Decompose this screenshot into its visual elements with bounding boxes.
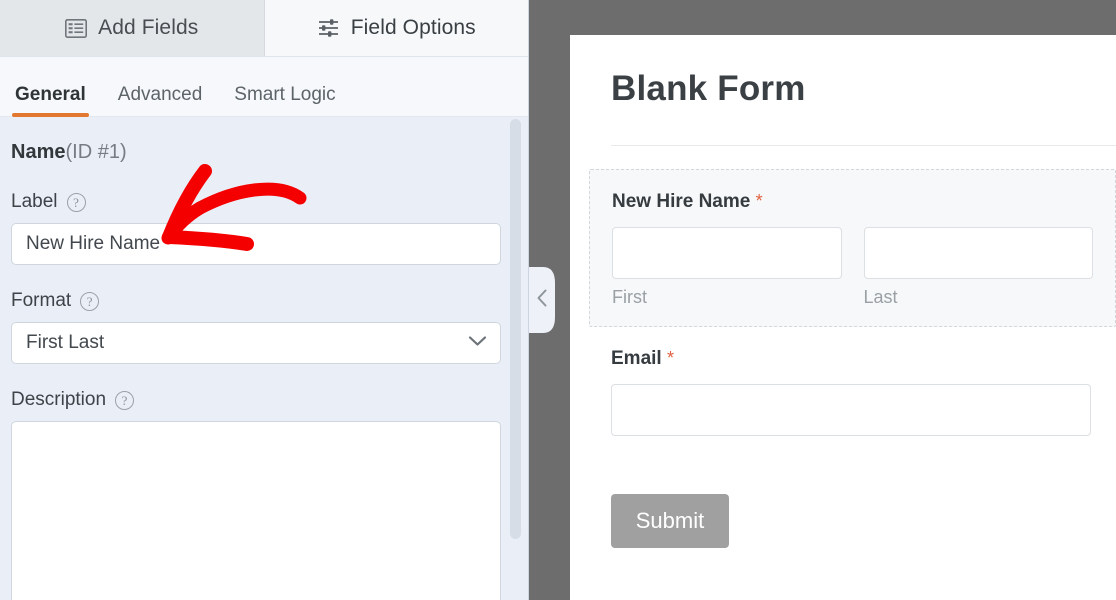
- preview-field-email-label-text: Email: [611, 348, 662, 369]
- description-option-caption: Description ?: [11, 389, 499, 411]
- tab-field-options-label: Field Options: [350, 16, 476, 39]
- question-mark-icon[interactable]: ?: [115, 390, 135, 410]
- subtab-advanced-label: Advanced: [117, 84, 203, 105]
- label-option-caption: Label ?: [11, 191, 499, 213]
- field-options-body: Name(ID #1) Label ? New Hire Name Format…: [0, 117, 528, 600]
- format-select[interactable]: First Last: [11, 322, 501, 364]
- form-builder-screen: Add Fields Field Options General Advance…: [0, 0, 1116, 600]
- sliders-icon: [317, 18, 340, 38]
- preview-email-input[interactable]: [611, 384, 1091, 436]
- preview-field-email[interactable]: Email *: [589, 327, 1116, 454]
- subtab-smart-logic[interactable]: Smart Logic: [231, 84, 338, 116]
- field-options-subtabs: General Advanced Smart Logic: [0, 57, 528, 117]
- submit-button[interactable]: Submit: [611, 494, 729, 548]
- required-asterisk: *: [666, 348, 674, 368]
- preview-last-name-sublabel: Last: [863, 287, 898, 307]
- field-type-name: Name: [11, 141, 66, 163]
- preview-first-name-col: First: [612, 227, 842, 308]
- preview-last-name-input[interactable]: [863, 227, 1093, 279]
- panel-collapse-handle[interactable]: [529, 267, 555, 333]
- preview-last-name-col: Last: [863, 227, 1093, 308]
- submit-button-label: Submit: [635, 508, 705, 533]
- label-caption-text: Label: [11, 191, 58, 212]
- chevron-left-icon: [536, 288, 549, 313]
- panel-scrollbar-thumb[interactable]: [510, 119, 521, 539]
- preview-field-name-label: New Hire Name *: [612, 191, 1093, 213]
- tab-add-fields[interactable]: Add Fields: [0, 0, 265, 56]
- description-caption-text: Description: [11, 389, 107, 410]
- form-title: Blank Form: [611, 69, 806, 108]
- field-heading: Name(ID #1): [11, 141, 499, 164]
- format-caption-text: Format: [11, 290, 72, 311]
- question-mark-icon[interactable]: ?: [80, 291, 100, 311]
- format-option-caption: Format ?: [11, 290, 499, 312]
- subtab-general[interactable]: General: [12, 84, 89, 117]
- form-title-divider: [611, 145, 1116, 146]
- subtab-general-label: General: [15, 84, 86, 105]
- label-text-input[interactable]: New Hire Name: [11, 223, 501, 265]
- field-options-panel: Add Fields Field Options General Advance…: [0, 0, 529, 600]
- preview-first-name-input[interactable]: [612, 227, 842, 279]
- format-select-wrap: First Last: [11, 322, 501, 364]
- tab-add-fields-label: Add Fields: [98, 16, 199, 39]
- label-text-input-value: New Hire Name: [26, 233, 161, 254]
- form-list-icon: [65, 18, 88, 38]
- question-mark-icon[interactable]: ?: [66, 192, 86, 212]
- preview-first-name-sublabel: First: [612, 287, 647, 307]
- format-select-value: First Last: [26, 332, 105, 353]
- required-asterisk: *: [755, 191, 763, 211]
- form-preview-card: Blank Form New Hire Name * First Last Em…: [570, 35, 1116, 600]
- field-id: (ID #1): [65, 141, 127, 163]
- subtab-smart-logic-label: Smart Logic: [234, 84, 336, 105]
- subtab-advanced[interactable]: Advanced: [115, 84, 206, 116]
- description-textarea[interactable]: [11, 421, 501, 600]
- preview-field-email-label: Email *: [611, 348, 1094, 370]
- builder-top-tabs: Add Fields Field Options: [0, 0, 528, 57]
- preview-field-name[interactable]: New Hire Name * First Last: [589, 169, 1116, 327]
- preview-field-name-label-text: New Hire Name: [612, 191, 751, 212]
- panel-scrollbar-track[interactable]: [510, 117, 521, 600]
- preview-name-subfields: First Last: [612, 227, 1093, 308]
- tab-field-options[interactable]: Field Options: [264, 0, 528, 56]
